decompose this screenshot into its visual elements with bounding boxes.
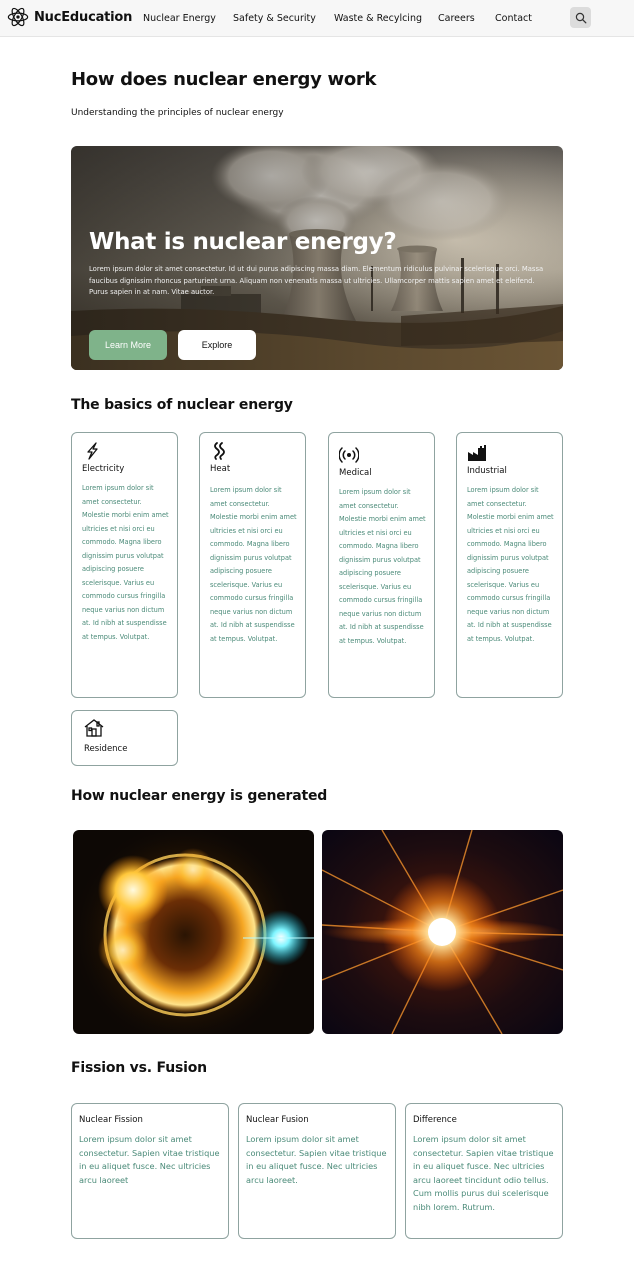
nav-link-careers[interactable]: Careers — [438, 13, 475, 24]
hero-banner: What is nuclear energy? Lorem ipsum dolo… — [71, 146, 563, 370]
page-title: How does nuclear energy work — [71, 69, 377, 90]
nav-link-contact[interactable]: Contact — [495, 13, 532, 24]
card-residence[interactable]: Residence — [71, 710, 178, 766]
card-nuclear-fusion[interactable]: Nuclear Fusion Lorem ipsum dolor sit ame… — [238, 1103, 396, 1239]
card-description: Lorem ipsum dolor sit amet consectetur. … — [210, 486, 297, 643]
card-difference[interactable]: Difference Lorem ipsum dolor sit amet co… — [405, 1103, 563, 1239]
card-heat[interactable]: Heat Lorem ipsum dolor sit amet consecte… — [199, 432, 306, 698]
brand-name: NucEducation — [34, 9, 133, 25]
card-description: Lorem ipsum dolor sit amet consectetur. … — [79, 1134, 220, 1185]
nav-link-safety-security[interactable]: Safety & Security — [233, 13, 316, 24]
card-description: Lorem ipsum dolor sit amet consectetur. … — [339, 488, 426, 645]
card-nuclear-fission[interactable]: Nuclear Fission Lorem ipsum dolor sit am… — [71, 1103, 229, 1239]
card-title: Difference — [413, 1115, 457, 1125]
lightning-icon — [87, 442, 98, 460]
nav-link-nuclear-energy[interactable]: Nuclear Energy — [143, 13, 216, 24]
brand-logo[interactable]: NucEducation — [7, 6, 132, 28]
card-title: Heat — [210, 464, 231, 474]
radio-waves-icon — [339, 447, 359, 463]
hero-description: Lorem ipsum dolor sit amet consectetur. … — [89, 265, 544, 296]
explore-button[interactable]: Explore — [178, 330, 256, 360]
card-description: Lorem ipsum dolor sit amet consectetur. … — [467, 486, 554, 643]
card-medical[interactable]: Medical Lorem ipsum dolor sit amet conse… — [328, 432, 435, 698]
fission-fusion-section-title: Fission vs. Fusion — [71, 1060, 207, 1076]
search-icon — [575, 12, 586, 23]
generated-section-title: How nuclear energy is generated — [71, 788, 328, 804]
card-title: Industrial — [467, 466, 507, 476]
card-title: Electricity — [82, 464, 125, 474]
card-title: Nuclear Fusion — [246, 1115, 309, 1125]
search-button[interactable] — [570, 7, 591, 28]
card-electricity[interactable]: Electricity Lorem ipsum dolor sit amet c… — [71, 432, 178, 698]
hero-title: What is nuclear energy? — [89, 229, 397, 255]
top-navbar: NucEducation Nuclear Energy Safety & Sec… — [0, 0, 634, 37]
fission-image — [73, 830, 314, 1034]
card-description: Lorem ipsum dolor sit amet consectetur. … — [246, 1134, 387, 1185]
fusion-image — [322, 830, 563, 1034]
card-description: Lorem ipsum dolor sit amet consectetur. … — [82, 484, 169, 641]
card-title: Nuclear Fission — [79, 1115, 143, 1125]
page-subtitle: Understanding the principles of nuclear … — [71, 108, 284, 118]
factory-icon — [468, 445, 486, 461]
learn-more-button[interactable]: Learn More — [89, 330, 167, 360]
card-title: Residence — [84, 744, 128, 754]
card-title: Medical — [339, 468, 372, 478]
card-industrial[interactable]: Industrial Lorem ipsum dolor sit amet co… — [456, 432, 563, 698]
card-description: Lorem ipsum dolor sit amet consectetur. … — [413, 1134, 554, 1212]
house-icon — [84, 719, 104, 737]
heat-icon — [214, 442, 225, 460]
atom-icon — [7, 7, 29, 27]
nav-link-waste-recycling[interactable]: Waste & Recylcing — [334, 13, 422, 24]
basics-section-title: The basics of nuclear energy — [71, 397, 293, 413]
